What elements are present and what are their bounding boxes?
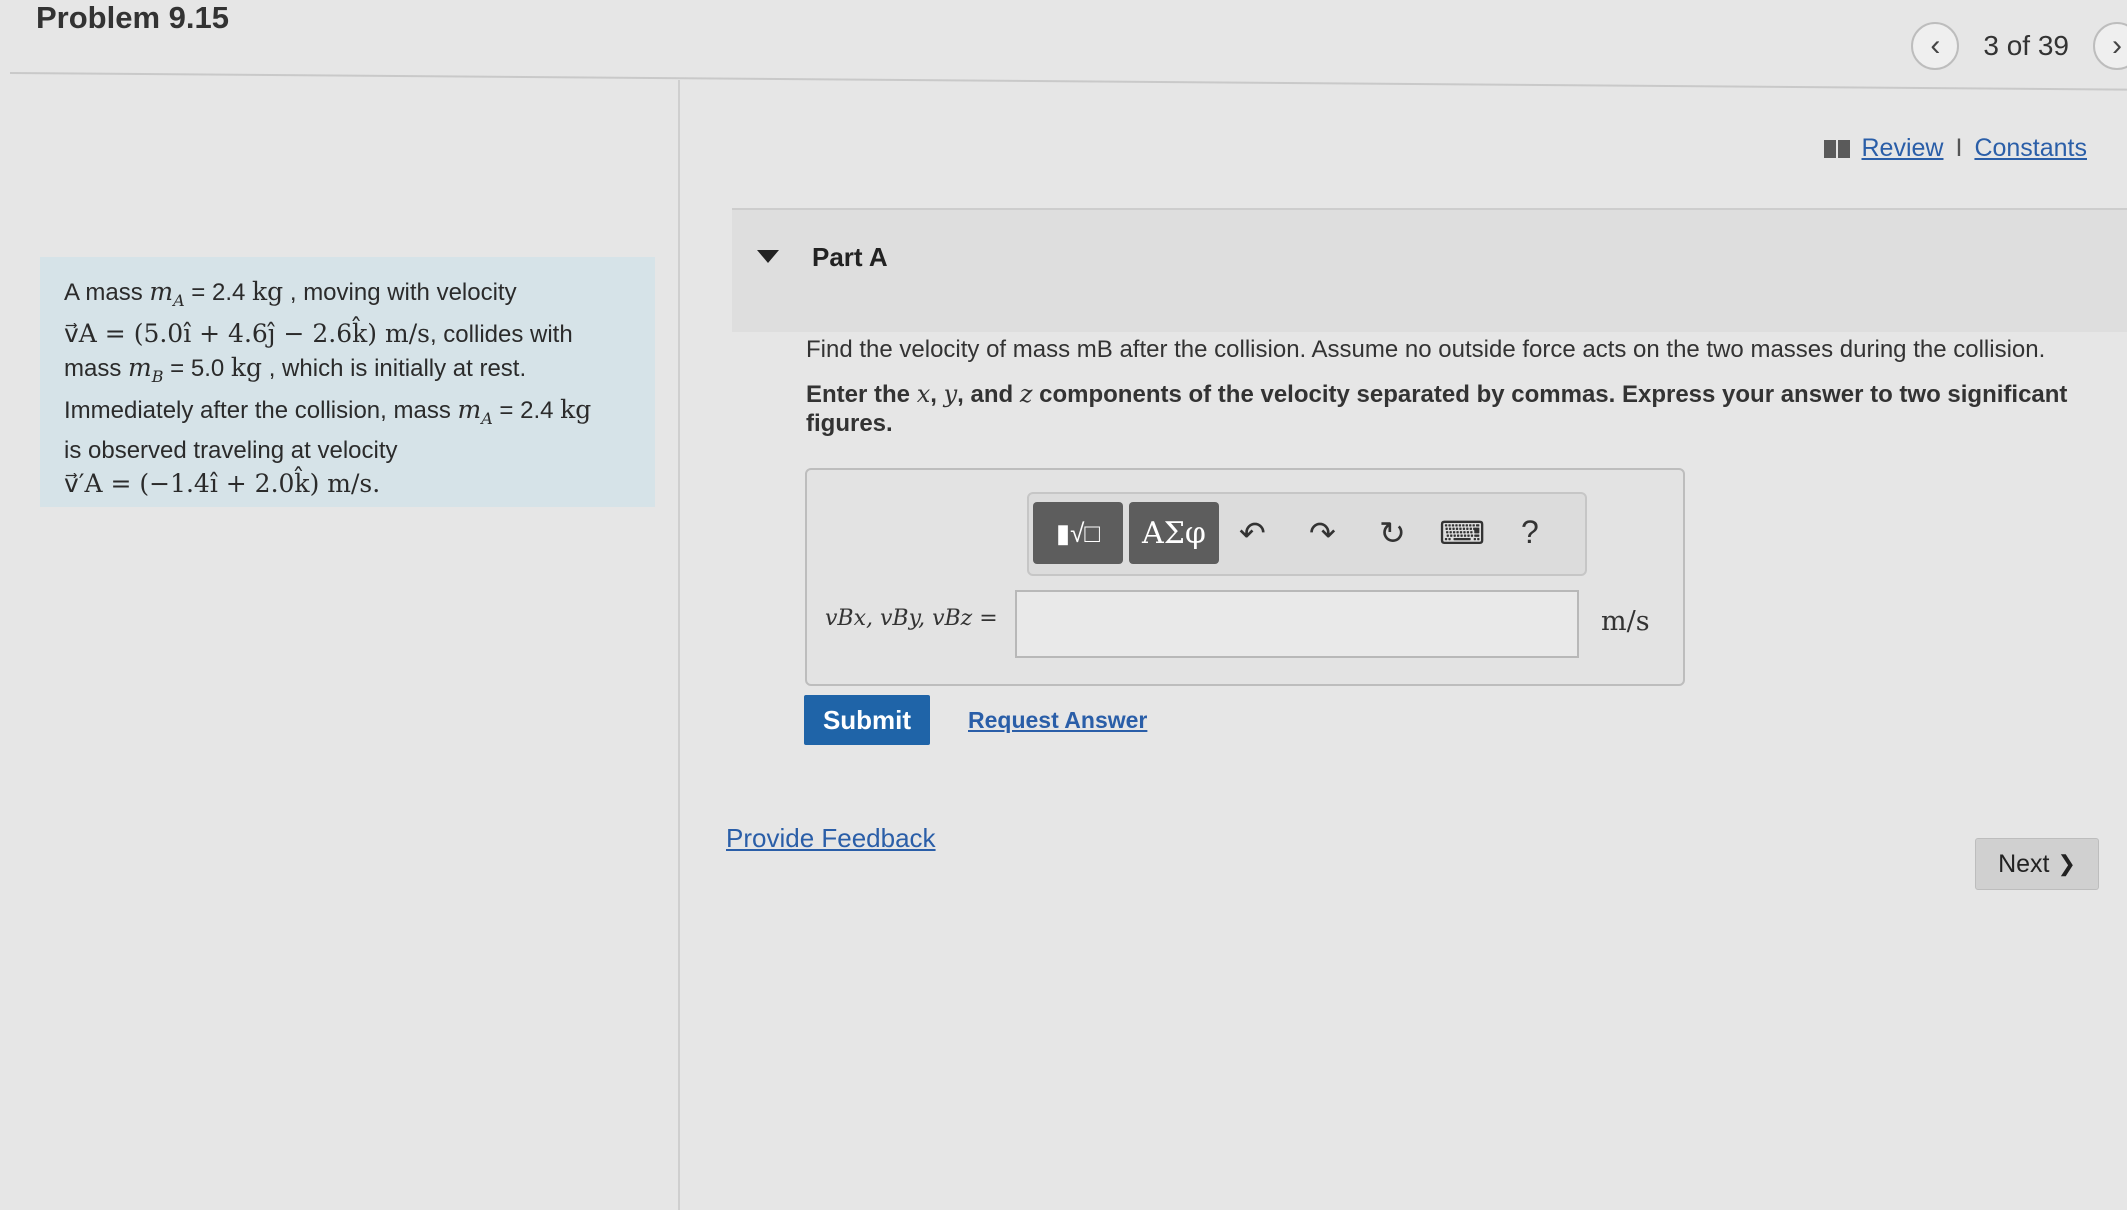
resource-links: Review I Constants bbox=[1823, 134, 2087, 163]
answer-unit: m/s bbox=[1601, 606, 1650, 637]
undo-icon[interactable]: ↶ bbox=[1239, 514, 1266, 552]
header-divider bbox=[9, 72, 2127, 91]
problem-line-1: A mass mA = 2.4 kg , moving with velocit… bbox=[64, 277, 517, 310]
constants-link[interactable]: Constants bbox=[1974, 134, 2087, 163]
question-text: Find the velocity of mass mB after the c… bbox=[806, 336, 2046, 363]
next-label: Next bbox=[1998, 849, 2050, 878]
greek-symbols-icon: ΑΣφ bbox=[1142, 515, 1206, 551]
problem-nav: ‹ 3 of 39 › bbox=[1911, 22, 2127, 70]
provide-feedback-link[interactable]: Provide Feedback bbox=[726, 823, 936, 854]
prev-problem-button[interactable]: ‹ bbox=[1911, 22, 1960, 70]
answer-input[interactable] bbox=[1015, 590, 1579, 658]
reset-icon[interactable]: ↻ bbox=[1379, 514, 1406, 552]
instruction-text: Enter the x, y, and z components of the … bbox=[806, 380, 2068, 437]
problem-line-5: is observed traveling at velocity bbox=[64, 437, 398, 465]
page-title: Problem 9.15 bbox=[36, 0, 229, 35]
help-icon[interactable]: ? bbox=[1521, 514, 1539, 551]
next-problem-button[interactable]: › bbox=[2093, 22, 2127, 70]
answer-box: ▮√□ ΑΣφ ↶ ↷ ↻ ⌨ ? vBx, vBy, vBz = m/s bbox=[805, 468, 1685, 686]
problem-counter: 3 of 39 bbox=[1983, 30, 2069, 61]
link-separator: I bbox=[1955, 134, 1963, 162]
panel-divider bbox=[678, 80, 680, 1210]
part-label: Part A bbox=[812, 242, 888, 272]
math-toolbar: ▮√□ ΑΣφ ↶ ↷ ↻ ⌨ ? bbox=[1027, 492, 1587, 576]
problem-line-2: v⃗A = (5.0î + 4.6ĵ − 2.6k̂) m/s, collide… bbox=[64, 318, 573, 348]
submit-button[interactable]: Submit bbox=[804, 695, 930, 745]
book-icon bbox=[1823, 139, 1850, 158]
templates-button[interactable]: ▮√□ bbox=[1033, 502, 1123, 564]
problem-line-4: Immediately after the collision, mass mA… bbox=[64, 394, 592, 428]
problem-statement: A mass mA = 2.4 kg , moving with velocit… bbox=[40, 257, 655, 507]
part-a-header[interactable]: Part A bbox=[732, 208, 2127, 332]
problem-line-3: mass mB = 5.0 kg , which is initially at… bbox=[64, 352, 527, 386]
collapse-caret-icon[interactable] bbox=[757, 250, 779, 263]
next-button[interactable]: Next ❯ bbox=[1975, 838, 2099, 890]
request-answer-link[interactable]: Request Answer bbox=[968, 707, 1147, 734]
chevron-right-icon: › bbox=[2112, 29, 2122, 62]
review-link[interactable]: Review bbox=[1862, 134, 1944, 163]
redo-icon[interactable]: ↷ bbox=[1309, 514, 1336, 552]
chevron-left-icon: ‹ bbox=[1930, 29, 1941, 62]
chevron-right-icon: ❯ bbox=[2057, 851, 2076, 876]
problem-line-6: v⃗′A = (−1.4î + 2.0k̂) m/s. bbox=[64, 469, 381, 499]
answer-label: vBx, vBy, vBz = bbox=[825, 606, 998, 631]
templates-icon: ▮√□ bbox=[1055, 517, 1101, 548]
symbols-button[interactable]: ΑΣφ bbox=[1129, 502, 1219, 564]
keyboard-icon[interactable]: ⌨ bbox=[1439, 514, 1485, 552]
